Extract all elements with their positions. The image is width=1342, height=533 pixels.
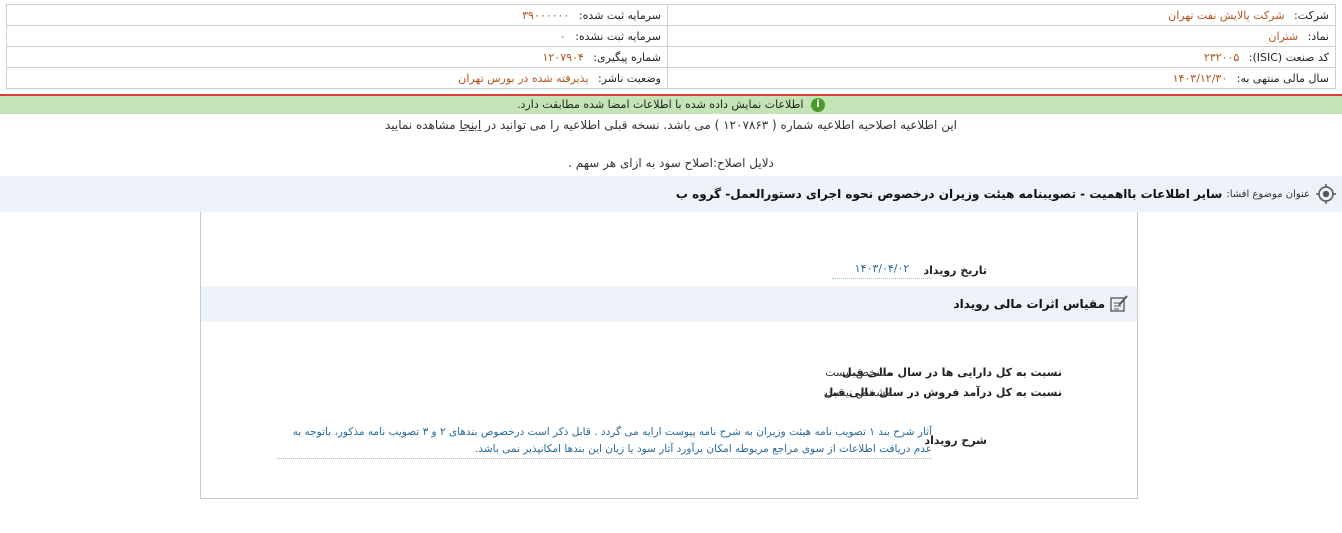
company-value: شرکت پالایش نفت تهران <box>1168 8 1285 22</box>
correction-text-before: این اطلاعیه اصلاحیه اطلاعیه شماره ( ۱۲۰۷… <box>485 118 958 132</box>
isic-cell: کد صنعت (ISIC): ۲۳۲۰۰۵ <box>667 46 1336 68</box>
registered-capital-cell: سرمایه ثبت شده: ۳۹۰۰۰۰۰۰ <box>6 4 668 26</box>
verification-text: اطلاعات نمایش داده شده با اطلاعات امضا ش… <box>517 98 804 111</box>
fiscal-year-label: سال مالی منتهی به: <box>1236 71 1329 85</box>
registered-capital-label: سرمایه ثبت شده: <box>578 8 661 22</box>
correction-text-after: مشاهده نمایید <box>384 118 456 132</box>
section-title: مقیاس اثرات مالی رویداد <box>953 297 1105 311</box>
info-row: سال مالی منتهی به: ۱۴۰۳/۱۲/۳۰ وضعیت ناشر… <box>6 67 1336 89</box>
event-date-label: تاریخ رویداد <box>923 264 987 277</box>
financial-impact-section: مقیاس اثرات مالی رویداد <box>201 286 1137 322</box>
info-icon: i <box>810 98 825 112</box>
event-description-label: شرح رویداد <box>924 434 988 447</box>
previous-version-link[interactable]: اینجا <box>460 118 482 132</box>
publisher-status-cell: وضعیت ناشر: پذیرفته شده در بورس تهران <box>6 67 668 89</box>
fiscal-year-value: ۱۴۰۳/۱۲/۳۰ <box>1172 71 1228 85</box>
correction-notice: این اطلاعیه اصلاحیه اطلاعیه شماره ( ۱۲۰۷… <box>0 118 1342 132</box>
info-row: نماد: شتران سرمایه ثبت نشده: ۰ <box>6 25 1336 47</box>
company-info-table: شرکت: شرکت پالایش نفت تهران سرمایه ثبت ش… <box>6 4 1336 89</box>
company-cell: شرکت: شرکت پالایش نفت تهران <box>667 4 1336 26</box>
fiscal-year-cell: سال مالی منتهی به: ۱۴۰۳/۱۲/۳۰ <box>667 67 1336 89</box>
tracking-label: شماره پیگیری: <box>593 50 661 64</box>
symbol-cell: نماد: شتران <box>667 25 1336 47</box>
target-icon <box>1316 184 1336 204</box>
subject-label: عنوان موضوع افشا: <box>1226 188 1310 200</box>
info-row: کد صنعت (ISIC): ۲۳۲۰۰۵ شماره پیگیری: ۱۲۰… <box>6 46 1336 68</box>
subject-bar: عنوان موضوع افشا: سایر اطلاعات بااهمیت -… <box>0 176 1342 212</box>
correction-reason: دلایل اصلاح:اصلاح سود به ازای هر سهم . <box>568 156 774 170</box>
ratio-assets-value: مشخص نیست <box>825 366 892 379</box>
tracking-cell: شماره پیگیری: ۱۲۰۷۹۰۴ <box>6 46 668 68</box>
event-panel: تاریخ رویداد ۱۴۰۳/۰۴/۰۲ مقیاس اثرات مالی… <box>200 212 1138 499</box>
symbol-label: نماد: <box>1307 29 1329 43</box>
event-description-value: آثار شرح بند ۱ تصویب نامه هیئت وزیران به… <box>277 424 932 459</box>
verification-banner: i اطلاعات نمایش داده شده با اطلاعات امضا… <box>0 96 1342 114</box>
tracking-value: ۱۲۰۷۹۰۴ <box>542 50 584 64</box>
company-label: شرکت: <box>1293 8 1329 22</box>
publisher-status-label: وضعیت ناشر: <box>598 71 661 85</box>
isic-value: ۲۳۲۰۰۵ <box>1203 50 1240 64</box>
unregistered-capital-label: سرمایه ثبت نشده: <box>575 29 661 43</box>
publisher-status-value: پذیرفته شده در بورس تهران <box>458 71 589 85</box>
registered-capital-value: ۳۹۰۰۰۰۰۰ <box>522 8 570 22</box>
info-row: شرکت: شرکت پالایش نفت تهران سرمایه ثبت ش… <box>6 4 1336 26</box>
ratio-revenue-value: مشخص نیست <box>825 386 892 399</box>
unregistered-capital-cell: سرمایه ثبت نشده: ۰ <box>6 25 668 47</box>
symbol-value: شتران <box>1268 29 1299 43</box>
isic-label: کد صنعت (ISIC): <box>1248 50 1329 64</box>
subject-title: سایر اطلاعات بااهمیت - تصویبنامه هیئت وز… <box>675 187 1223 201</box>
edit-icon <box>1110 295 1128 312</box>
unregistered-capital-value: ۰ <box>559 29 566 43</box>
event-date-value: ۱۴۰۳/۰۴/۰۲ <box>832 262 932 279</box>
